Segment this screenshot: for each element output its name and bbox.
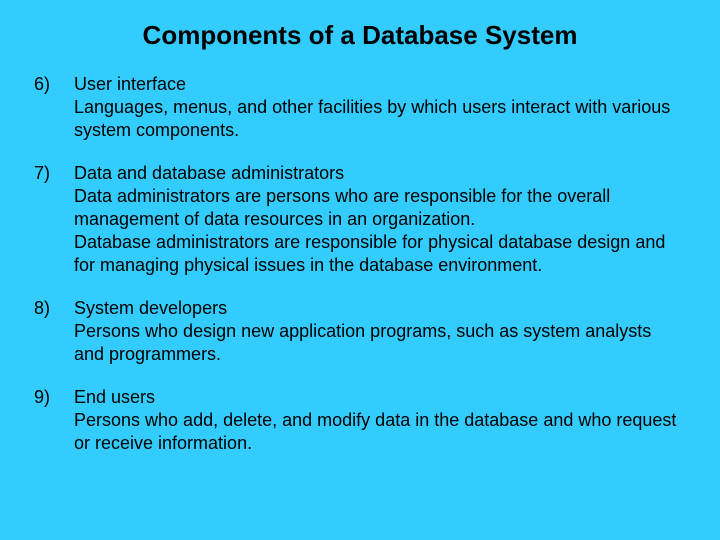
item-term: Data and database administrators: [74, 162, 686, 185]
item-number: 9): [34, 386, 74, 455]
item-description: Languages, menus, and other facilities b…: [74, 96, 686, 142]
item-term: User interface: [74, 73, 686, 96]
list-item: 8) System developers Persons who design …: [34, 297, 686, 366]
list-item: 6) User interface Languages, menus, and …: [34, 73, 686, 142]
item-description: Data administrators are persons who are …: [74, 185, 686, 231]
item-body: System developers Persons who design new…: [74, 297, 686, 366]
item-body: End users Persons who add, delete, and m…: [74, 386, 686, 455]
slide: Components of a Database System 6) User …: [0, 0, 720, 540]
item-number: 6): [34, 73, 74, 142]
list-item: 9) End users Persons who add, delete, an…: [34, 386, 686, 455]
item-body: User interface Languages, menus, and oth…: [74, 73, 686, 142]
item-term: System developers: [74, 297, 686, 320]
item-term: End users: [74, 386, 686, 409]
slide-title: Components of a Database System: [34, 18, 686, 51]
item-number: 8): [34, 297, 74, 366]
item-description: Persons who add, delete, and modify data…: [74, 409, 686, 455]
item-description: Persons who design new application progr…: [74, 320, 686, 366]
item-body: Data and database administrators Data ad…: [74, 162, 686, 277]
item-description: Database administrators are responsible …: [74, 231, 686, 277]
item-number: 7): [34, 162, 74, 277]
list-item: 7) Data and database administrators Data…: [34, 162, 686, 277]
